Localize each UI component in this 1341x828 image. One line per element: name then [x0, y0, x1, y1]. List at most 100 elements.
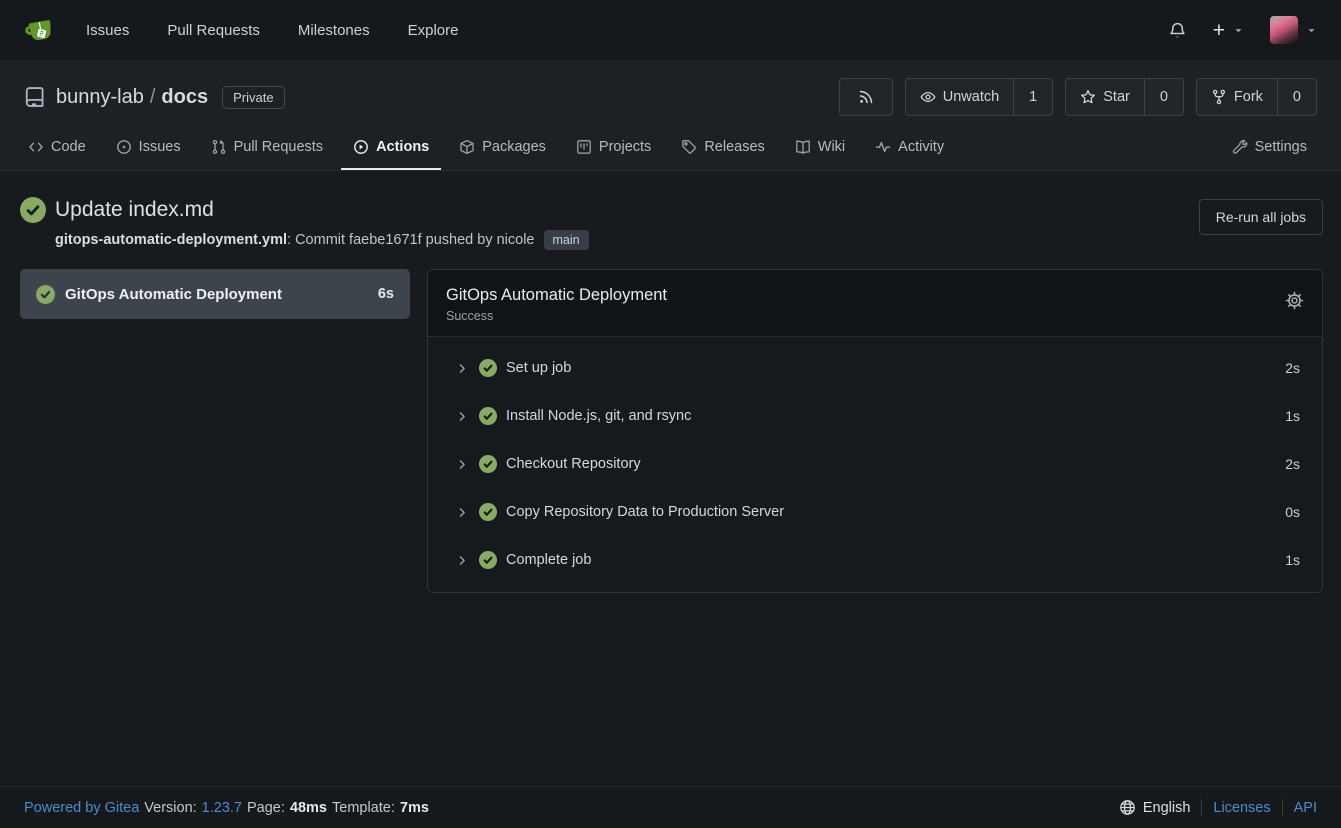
licenses-link[interactable]: Licenses: [1213, 800, 1270, 816]
success-check-icon: [36, 285, 55, 304]
powered-by-gitea-link[interactable]: Powered by Gitea: [24, 800, 139, 816]
star-icon: [1080, 89, 1096, 105]
step-name: Set up job: [506, 360, 571, 376]
step-row[interactable]: Set up job 2s: [428, 344, 1322, 392]
globe-icon: [1119, 799, 1136, 816]
project-board-icon: [576, 139, 592, 155]
api-link[interactable]: API: [1294, 800, 1317, 816]
step-row[interactable]: Install Node.js, git, and rsync 1s: [428, 392, 1322, 440]
chevron-right-icon[interactable]: [456, 362, 469, 375]
tab-issues[interactable]: Issues: [104, 126, 193, 170]
repo-title-row: bunny-lab/docs Private: [0, 76, 1341, 118]
fork-button[interactable]: Fork: [1197, 79, 1277, 115]
tab-projects[interactable]: Projects: [564, 126, 663, 170]
success-check-icon: [479, 503, 497, 521]
job-list-item[interactable]: GitOps Automatic Deployment 6s: [20, 269, 410, 319]
job-duration: 6s: [378, 286, 394, 302]
tab-label: Wiki: [818, 139, 845, 155]
tab-label: Issues: [139, 139, 181, 155]
step-row[interactable]: Checkout Repository 2s: [428, 440, 1322, 488]
success-check-icon: [20, 197, 46, 223]
tab-label: Releases: [704, 139, 764, 155]
step-name: Copy Repository Data to Production Serve…: [506, 504, 784, 520]
repo-breadcrumb: bunny-lab/docs: [56, 86, 208, 109]
repo-owner-link[interactable]: bunny-lab: [56, 86, 144, 108]
tab-label: Activity: [898, 139, 944, 155]
star-label: Star: [1103, 89, 1130, 105]
step-duration: 1s: [1285, 552, 1300, 568]
run-subtitle: gitops-automatic-deployment.yml: Commit …: [55, 230, 589, 250]
job-panel-heading: GitOps Automatic Deployment Success: [446, 283, 667, 323]
star-button[interactable]: Star: [1066, 79, 1144, 115]
tab-wiki[interactable]: Wiki: [783, 126, 857, 170]
success-check-icon: [479, 407, 497, 425]
nav-explore-link[interactable]: Explore: [389, 22, 478, 39]
tab-pull-requests[interactable]: Pull Requests: [199, 126, 335, 170]
tab-label: Actions: [376, 139, 429, 155]
tab-label: Packages: [482, 139, 546, 155]
tab-packages[interactable]: Packages: [447, 126, 558, 170]
forks-count[interactable]: 0: [1277, 79, 1316, 115]
chevron-right-icon[interactable]: [456, 506, 469, 519]
page-time-label: Page:: [247, 800, 285, 816]
commit-text: : Commit faebe1671f pushed by nicole: [287, 232, 534, 248]
fork-label: Fork: [1234, 89, 1263, 105]
run-header: Update index.md gitops-automatic-deploym…: [20, 197, 1323, 250]
run-body: GitOps Automatic Deployment 6s GitOps Au…: [20, 269, 1323, 593]
chevron-right-icon[interactable]: [456, 410, 469, 423]
notifications-bell-icon[interactable]: [1168, 21, 1187, 40]
avatar[interactable]: [1270, 16, 1298, 44]
tab-label: Projects: [599, 139, 651, 155]
git-fork-icon: [1211, 89, 1227, 105]
unwatch-button[interactable]: Unwatch: [906, 79, 1013, 115]
workflow-file-link[interactable]: gitops-automatic-deployment.yml: [55, 232, 287, 248]
step-name: Install Node.js, git, and rsync: [506, 408, 691, 424]
rss-button[interactable]: [839, 78, 893, 116]
gitea-logo-icon[interactable]: [24, 14, 58, 46]
chevron-right-icon[interactable]: [456, 554, 469, 567]
step-row[interactable]: Copy Repository Data to Production Serve…: [428, 488, 1322, 536]
gear-icon[interactable]: [1285, 291, 1304, 310]
tag-icon: [681, 139, 697, 155]
jobs-sidebar: GitOps Automatic Deployment 6s: [20, 269, 410, 319]
chevron-right-icon[interactable]: [456, 458, 469, 471]
step-row[interactable]: Complete job 1s: [428, 536, 1322, 584]
fork-button-group: Fork 0: [1196, 78, 1317, 116]
version-label: Version:: [144, 800, 196, 816]
run-title-row: Update index.md: [20, 197, 589, 223]
tab-actions[interactable]: Actions: [341, 126, 441, 170]
repo-header: bunny-lab/docs Private: [0, 60, 1341, 171]
nav-pull-requests-link[interactable]: Pull Requests: [148, 22, 279, 39]
rerun-all-jobs-button[interactable]: Re-run all jobs: [1199, 199, 1323, 235]
code-icon: [28, 139, 44, 155]
language-selector[interactable]: English: [1143, 800, 1191, 816]
tab-activity[interactable]: Activity: [863, 126, 956, 170]
repo-name-link[interactable]: docs: [161, 86, 208, 108]
template-time-value: 7ms: [400, 800, 429, 816]
play-circle-icon: [353, 139, 369, 155]
success-check-icon: [479, 359, 497, 377]
stars-count[interactable]: 0: [1144, 79, 1183, 115]
eye-icon: [920, 89, 936, 105]
step-duration: 1s: [1285, 408, 1300, 424]
version-link[interactable]: 1.23.7: [202, 800, 242, 816]
gitea-app: Issues Pull Requests Milestones Explore …: [0, 0, 1341, 828]
nav-milestones-link[interactable]: Milestones: [279, 22, 389, 39]
step-name: Checkout Repository: [506, 456, 641, 472]
job-steps-list: Set up job 2s Install Node.js, git, and …: [428, 337, 1322, 592]
user-menu[interactable]: [1270, 16, 1317, 44]
top-navbar: Issues Pull Requests Milestones Explore …: [0, 0, 1341, 60]
branch-badge[interactable]: main: [544, 230, 589, 250]
tab-code[interactable]: Code: [16, 126, 98, 170]
nav-issues-link[interactable]: Issues: [86, 22, 148, 39]
tab-settings[interactable]: Settings: [1220, 126, 1319, 170]
tab-releases[interactable]: Releases: [669, 126, 776, 170]
watchers-count[interactable]: 1: [1013, 79, 1052, 115]
footer-separator: [1201, 799, 1202, 816]
chevron-down-icon: [1306, 25, 1317, 36]
repo-action-buttons: Unwatch 1 Star 0: [839, 78, 1317, 116]
create-new-button[interactable]: +: [1213, 20, 1244, 41]
tools-icon: [1232, 139, 1248, 155]
watch-button-group: Unwatch 1: [905, 78, 1054, 116]
tab-label: Code: [51, 139, 86, 155]
